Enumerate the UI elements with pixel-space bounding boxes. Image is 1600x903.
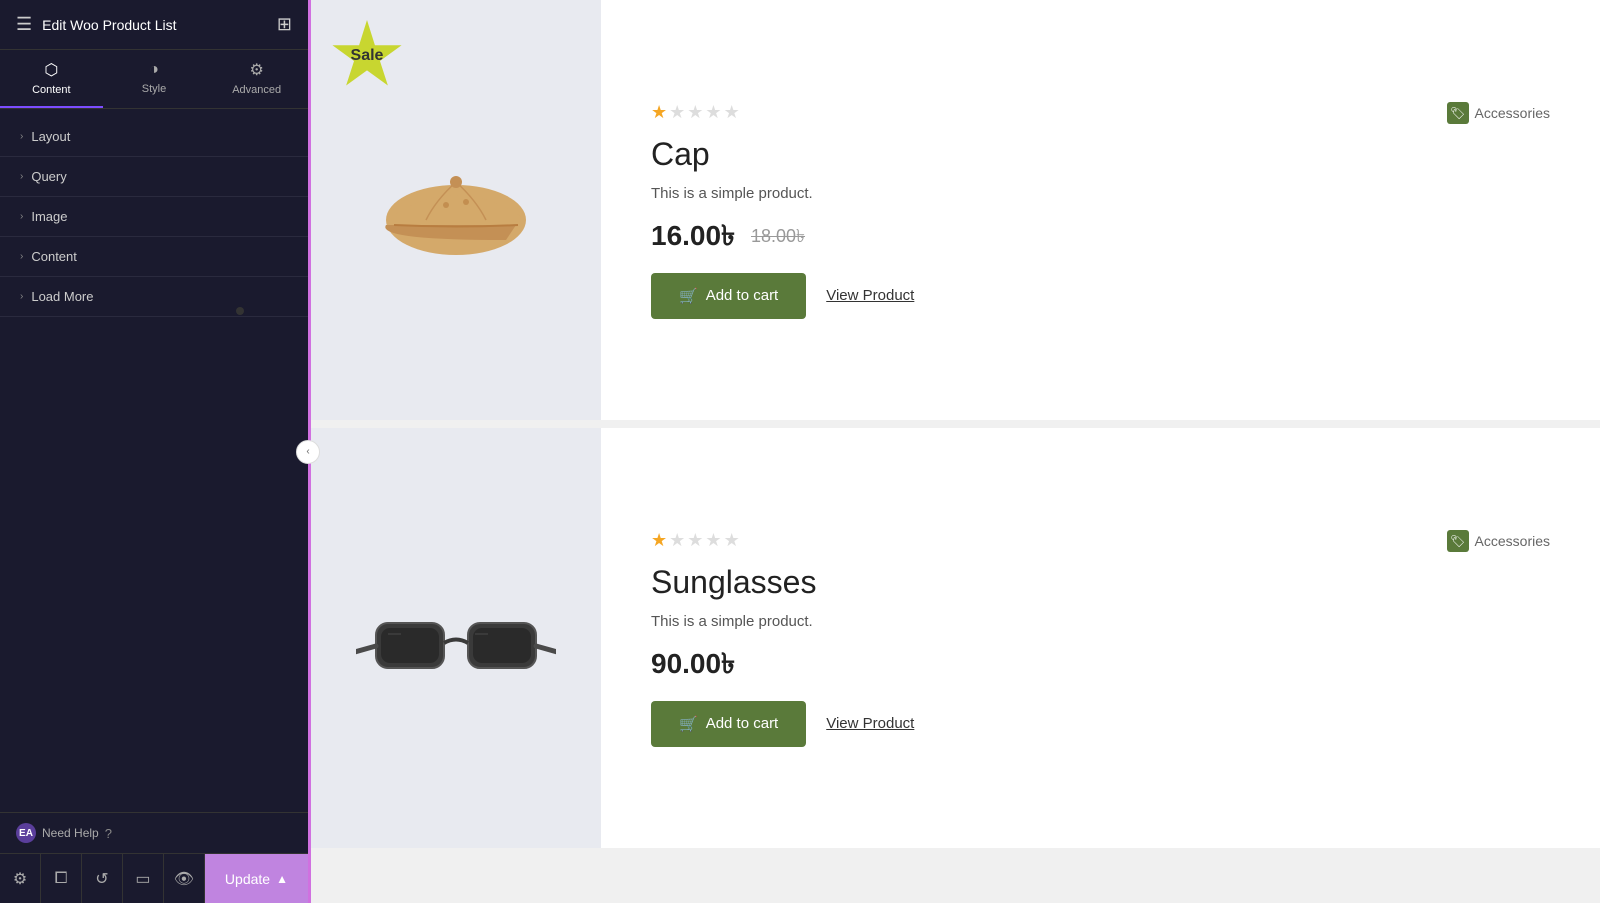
- menu-item-content[interactable]: › Content: [0, 237, 308, 277]
- cart-icon: 🛒: [679, 715, 698, 733]
- cart-icon: 🛒: [679, 287, 698, 305]
- layout-label: Layout: [31, 129, 70, 144]
- cap-product-name: Cap: [651, 136, 1550, 173]
- cap-view-product-label: View Product: [826, 287, 914, 304]
- need-help-label[interactable]: Need Help: [42, 826, 99, 840]
- cap-top-row: ★ ★ ★ ★ ★ 🏷 Accessories: [651, 102, 1550, 124]
- sunglasses-top-row: ★ ★ ★ ★ ★ 🏷 Accessories: [651, 530, 1550, 552]
- need-help-section: EA Need Help ?: [0, 812, 308, 853]
- main-content: Sale: [308, 0, 1600, 903]
- cap-price-current: 16.00৳: [651, 214, 735, 261]
- cap-add-to-cart-label: Add to cart: [706, 287, 779, 304]
- tab-content[interactable]: ⬡ Content: [0, 50, 103, 108]
- sale-badge-cap: Sale: [331, 20, 403, 92]
- chevron-right-icon: ›: [20, 291, 23, 302]
- star-3: ★: [687, 530, 703, 551]
- accessories-icon: 🏷: [1447, 530, 1469, 552]
- style-tab-icon: ◑: [149, 61, 159, 79]
- sidebar-title: Edit Woo Product List: [42, 17, 176, 33]
- chevron-right-icon: ›: [20, 211, 23, 222]
- sidebar-menu: › Layout › Query › Image › Content › Loa…: [0, 109, 308, 812]
- star-5: ★: [724, 530, 740, 551]
- sunglasses-action-row: 🛒 Add to cart View Product: [651, 701, 1550, 747]
- star-4: ★: [705, 102, 721, 123]
- star-4: ★: [705, 530, 721, 551]
- help-icon: ?: [105, 826, 112, 841]
- sunglasses-view-product-link[interactable]: View Product: [826, 715, 914, 732]
- chevron-right-icon: ›: [20, 251, 23, 262]
- sunglasses-price-current: 90.00৳: [651, 642, 735, 689]
- history-icon-btn[interactable]: ↺: [82, 854, 123, 903]
- accessories-icon: 🏷: [1447, 102, 1469, 124]
- cap-stars: ★ ★ ★ ★ ★: [651, 102, 740, 123]
- cap-image: [356, 110, 556, 310]
- content-tab-label: Content: [32, 84, 71, 96]
- cap-action-row: 🛒 Add to cart View Product: [651, 273, 1550, 319]
- sale-badge-label: Sale: [351, 47, 384, 65]
- sunglasses-add-to-cart-button[interactable]: 🛒 Add to cart: [651, 701, 806, 747]
- chevron-right-icon: ›: [20, 131, 23, 142]
- chevron-right-icon: ›: [20, 171, 23, 182]
- sunglasses-category-label: Accessories: [1475, 533, 1550, 549]
- cap-category-label: Accessories: [1475, 105, 1550, 121]
- sidebar-footer: ⚙ ⧠ ↺ ▭ 👁 Update ▲: [0, 853, 308, 903]
- update-button[interactable]: Update ▲: [205, 854, 308, 903]
- sidebar: ☰ Edit Woo Product List ⊞ ⬡ Content ◑ St…: [0, 0, 308, 903]
- sunglasses-image: [356, 538, 556, 738]
- sidebar-tabs: ⬡ Content ◑ Style ⚙ Advanced: [0, 50, 308, 109]
- menu-item-layout[interactable]: › Layout: [0, 117, 308, 157]
- product-info-cap: ★ ★ ★ ★ ★ 🏷 Accessories Cap This is a si…: [601, 0, 1600, 420]
- advanced-tab-icon: ⚙: [250, 60, 264, 80]
- menu-item-load-more[interactable]: › Load More: [0, 277, 308, 317]
- cap-price-row: 16.00৳ 18.00৳: [651, 214, 1550, 261]
- responsive-icon-btn[interactable]: ▭: [123, 854, 164, 903]
- sidebar-header-left: ☰ Edit Woo Product List: [16, 14, 177, 35]
- layers-icon-btn[interactable]: ⧠: [41, 854, 82, 903]
- star-2: ★: [669, 530, 685, 551]
- image-label: Image: [31, 209, 67, 224]
- update-label: Update: [225, 871, 270, 887]
- star-2: ★: [669, 102, 685, 123]
- star-3: ★: [687, 102, 703, 123]
- content-tab-icon: ⬡: [44, 60, 58, 80]
- star-1: ★: [651, 530, 667, 551]
- sunglasses-product-desc: This is a simple product.: [651, 613, 1550, 630]
- preview-icon-btn[interactable]: 👁: [164, 854, 205, 903]
- sunglasses-price-row: 90.00৳: [651, 642, 1550, 689]
- sunglasses-stars: ★ ★ ★ ★ ★: [651, 530, 740, 551]
- cap-product-desc: This is a simple product.: [651, 185, 1550, 202]
- cap-view-product-link[interactable]: View Product: [826, 287, 914, 304]
- product-card-cap: Sale: [311, 0, 1600, 420]
- menu-item-image[interactable]: › Image: [0, 197, 308, 237]
- product-image-area-cap: Sale: [311, 0, 601, 420]
- sidebar-header: ☰ Edit Woo Product List ⊞: [0, 0, 308, 50]
- load-more-label: Load More: [31, 289, 93, 304]
- sunglasses-product-name: Sunglasses: [651, 564, 1550, 601]
- cap-price-original: 18.00৳: [751, 222, 805, 253]
- hamburger-icon[interactable]: ☰: [16, 14, 32, 35]
- grid-icon[interactable]: ⊞: [277, 14, 292, 35]
- settings-icon-btn[interactable]: ⚙: [0, 854, 41, 903]
- product-info-sunglasses: ★ ★ ★ ★ ★ 🏷 Accessories Sunglasses This …: [601, 428, 1600, 848]
- cap-add-to-cart-button[interactable]: 🛒 Add to cart: [651, 273, 806, 319]
- star-1: ★: [651, 102, 667, 123]
- content-label: Content: [31, 249, 77, 264]
- tab-style[interactable]: ◑ Style: [103, 50, 206, 108]
- advanced-tab-label: Advanced: [232, 84, 281, 96]
- sunglasses-view-product-label: View Product: [826, 715, 914, 732]
- sunglasses-add-to-cart-label: Add to cart: [706, 715, 779, 732]
- product-image-area-sunglasses: [311, 428, 601, 848]
- style-tab-label: Style: [142, 83, 166, 95]
- sunglasses-category-badge: 🏷 Accessories: [1447, 530, 1550, 552]
- product-card-sunglasses: ★ ★ ★ ★ ★ 🏷 Accessories Sunglasses This …: [311, 428, 1600, 848]
- query-label: Query: [31, 169, 66, 184]
- chevron-up-icon: ▲: [276, 872, 288, 886]
- ea-badge: EA: [16, 823, 36, 843]
- collapse-panel-button[interactable]: ‹: [296, 440, 320, 464]
- tab-advanced[interactable]: ⚙ Advanced: [205, 50, 308, 108]
- star-5: ★: [724, 102, 740, 123]
- menu-item-query[interactable]: › Query: [0, 157, 308, 197]
- cap-category-badge: 🏷 Accessories: [1447, 102, 1550, 124]
